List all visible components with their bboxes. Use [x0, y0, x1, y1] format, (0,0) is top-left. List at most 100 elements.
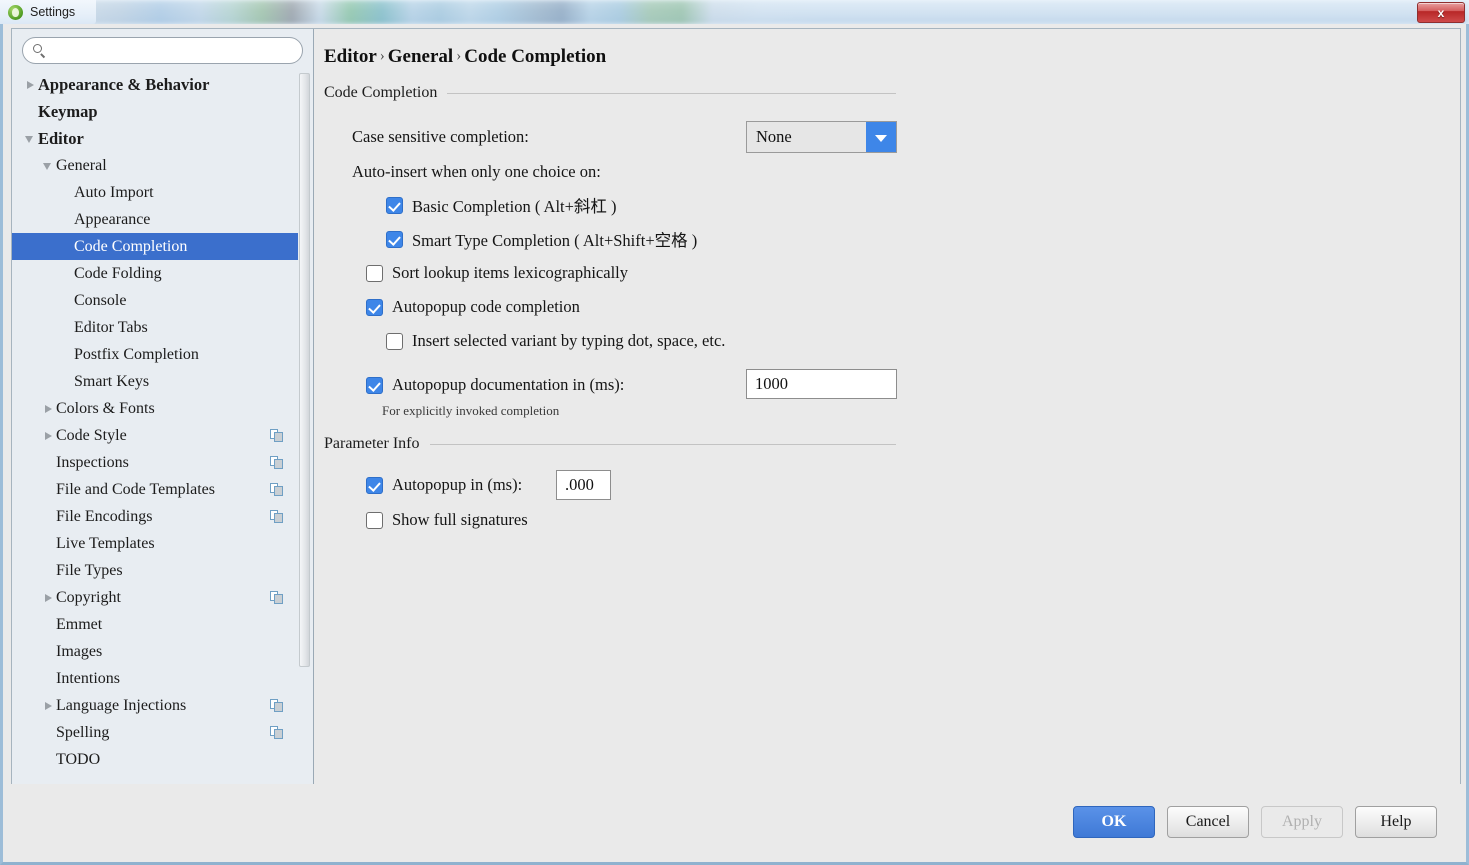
sort-lookup-items-checkbox[interactable]	[366, 264, 383, 282]
sidebar-item-label: Auto Import	[74, 183, 154, 201]
chevron-down-icon[interactable]	[866, 122, 896, 152]
copy-documents-icon	[270, 591, 284, 604]
sidebar-item-inspections[interactable]: Inspections	[12, 449, 298, 476]
sidebar-item-appearance-behavior[interactable]: Appearance & Behavior	[12, 71, 298, 98]
sidebar-item-images[interactable]: Images	[12, 638, 298, 665]
sidebar-item-todo[interactable]: TODO	[12, 746, 298, 773]
autopopup-documentation-input[interactable]	[746, 369, 897, 399]
search-input[interactable]	[47, 39, 302, 62]
case-sensitive-completion-label: Case sensitive completion:	[352, 127, 529, 146]
sidebar-item-console[interactable]: Console	[12, 287, 298, 314]
dialog-body: Appearance & Behavior Keymap Editor General…	[0, 24, 1469, 865]
chevron-down-icon[interactable]	[24, 125, 38, 152]
sidebar-item-file-and-code-templates[interactable]: File and Code Templates	[12, 476, 298, 503]
sidebar-item-smart-keys[interactable]: Smart Keys	[12, 368, 298, 395]
sidebar-item-live-templates[interactable]: Live Templates	[12, 530, 298, 557]
sidebar-item-label: Editor Tabs	[74, 318, 148, 336]
sidebar-item-file-encodings[interactable]: File Encodings	[12, 503, 298, 530]
chevron-right-icon[interactable]	[42, 395, 56, 422]
parameter-autopopup-input[interactable]	[556, 470, 611, 500]
sidebar-item-file-types[interactable]: File Types	[12, 557, 298, 584]
chevron-right-icon[interactable]	[42, 422, 56, 449]
smart-type-completion-checkbox[interactable]	[386, 230, 403, 248]
sidebar-item-label: Colors & Fonts	[56, 399, 155, 417]
group-parameter-info-header: Parameter Info	[324, 434, 896, 454]
case-sensitive-completion-value: None	[756, 127, 792, 146]
row-insert-selected-variant[interactable]: Insert selected variant by typing dot, s…	[324, 327, 896, 355]
sidebar-item-code-style[interactable]: Code Style	[12, 422, 298, 449]
copy-documents-icon	[270, 510, 284, 523]
search-box[interactable]	[22, 37, 303, 64]
basic-completion-label: Basic Completion ( Alt+斜杠 )	[412, 197, 617, 216]
ok-button[interactable]: OK	[1073, 805, 1155, 838]
help-button[interactable]: Help	[1355, 805, 1437, 838]
sidebar-item-editor[interactable]: Editor	[12, 125, 298, 152]
sidebar-item-label: Appearance & Behavior	[38, 74, 210, 94]
sidebar-item-emmet[interactable]: Emmet	[12, 611, 298, 638]
sidebar-item-label: Emmet	[56, 615, 103, 633]
sidebar-item-spelling[interactable]: Spelling	[12, 719, 298, 746]
group-parameter-info-title: Parameter Info	[324, 435, 430, 453]
row-autopopup-documentation[interactable]: Autopopup documentation in (ms):	[324, 369, 897, 401]
row-parameter-autopopup[interactable]: Autopopup in (ms):	[324, 470, 896, 500]
chevron-right-icon[interactable]	[42, 692, 56, 719]
row-sort-lookup-items[interactable]: Sort lookup items lexicographically	[324, 259, 896, 287]
sidebar-item-label: File and Code Templates	[56, 480, 215, 498]
sidebar-scrollbar[interactable]	[298, 71, 312, 786]
autopopup-documentation-checkbox[interactable]	[366, 376, 383, 394]
sidebar-item-label: Inspections	[56, 453, 129, 471]
row-show-full-signatures[interactable]: Show full signatures	[324, 506, 896, 534]
search-row	[12, 29, 313, 70]
sidebar-item-appearance[interactable]: Appearance	[12, 206, 298, 233]
sidebar-item-keymap[interactable]: Keymap	[12, 98, 298, 125]
sidebar-item-label: TODO	[56, 750, 101, 768]
sidebar-item-auto-import[interactable]: Auto Import	[12, 179, 298, 206]
autopopup-code-completion-checkbox[interactable]	[366, 298, 383, 316]
sidebar-item-editor-tabs[interactable]: Editor Tabs	[12, 314, 298, 341]
row-basic-completion[interactable]: Basic Completion ( Alt+斜杠 )	[324, 191, 896, 219]
chevron-down-icon[interactable]	[42, 152, 56, 179]
cancel-button[interactable]: Cancel	[1167, 805, 1249, 838]
chevron-right-icon[interactable]	[24, 71, 38, 98]
sidebar-scrollbar-thumb[interactable]	[299, 73, 310, 667]
title-bar-label-group: Settings	[0, 0, 96, 24]
breadcrumb-part-general[interactable]: General	[388, 46, 453, 67]
parameter-autopopup-label: Autopopup in (ms):	[392, 475, 523, 494]
sidebar-item-label: Images	[56, 642, 103, 660]
show-full-signatures-checkbox[interactable]	[366, 511, 383, 529]
row-autopopup-code-completion[interactable]: Autopopup code completion	[324, 293, 896, 321]
smart-type-completion-label: Smart Type Completion ( Alt+Shift+空格 )	[412, 231, 698, 250]
close-icon[interactable]: x	[1417, 2, 1465, 23]
group-code-completion: Code Completion Case sensitive completio…	[324, 83, 897, 420]
sidebar-item-code-folding[interactable]: Code Folding	[12, 260, 298, 287]
row-autopopup-documentation-hint: For explicitly invoked completion	[324, 402, 896, 420]
insert-selected-variant-label: Insert selected variant by typing dot, s…	[412, 331, 726, 350]
parameter-autopopup-checkbox[interactable]	[366, 476, 383, 494]
sidebar-item-general[interactable]: General	[12, 152, 298, 179]
case-sensitive-completion-dropdown[interactable]: None	[746, 121, 897, 153]
sidebar-item-copyright[interactable]: Copyright	[12, 584, 298, 611]
sidebar-item-label: Postfix Completion	[74, 345, 199, 363]
sidebar-item-colors-fonts[interactable]: Colors & Fonts	[12, 395, 298, 422]
insert-selected-variant-checkbox[interactable]	[386, 332, 403, 350]
close-button-label: x	[1437, 5, 1445, 20]
row-smart-type-completion[interactable]: Smart Type Completion ( Alt+Shift+空格 )	[324, 225, 896, 253]
basic-completion-checkbox[interactable]	[386, 196, 403, 214]
sidebar-item-label: Editor	[38, 128, 84, 148]
sidebar-item-language-injections[interactable]: Language Injections	[12, 692, 298, 719]
sidebar-item-intentions[interactable]: Intentions	[12, 665, 298, 692]
breadcrumb-part-editor[interactable]: Editor	[324, 46, 377, 67]
sidebar-item-label: Code Completion	[74, 237, 188, 255]
sidebar-item-code-completion[interactable]: Code Completion	[12, 233, 298, 260]
window-title: Settings	[30, 5, 76, 19]
chevron-right-icon[interactable]	[42, 584, 56, 611]
sidebar-item-postfix-completion[interactable]: Postfix Completion	[12, 341, 298, 368]
